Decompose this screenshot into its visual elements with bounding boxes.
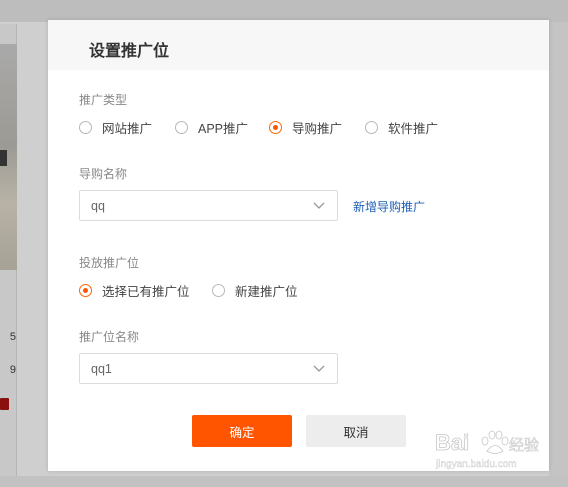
confirm-button[interactable]: 确定: [192, 415, 292, 447]
background-red-icon: [0, 398, 9, 410]
radio-label: 网站推广: [102, 122, 153, 136]
promo-type-label: 推广类型: [79, 93, 128, 107]
radio-circle: [175, 121, 188, 134]
radio-circle-checked: [269, 121, 282, 134]
promo-type-radio-group: 网站推广 APP推广 导购推广 软件推广: [79, 118, 438, 137]
chevron-down-icon: [313, 202, 325, 209]
background-top-band: [0, 0, 568, 22]
placement-name-label: 推广位名称: [79, 330, 140, 344]
radio-label: 新建推广位: [235, 285, 298, 299]
guide-name-label: 导购名称: [79, 167, 128, 181]
background-product-image-detail: [0, 150, 7, 166]
dialog-title: 设置推广位: [89, 43, 170, 60]
radio-label: 选择已有推广位: [102, 285, 190, 299]
set-promotion-slot-dialog: 设置推广位 推广类型 网站推广 APP推广 导购推广 软件推广 导购名称 qq …: [48, 20, 549, 471]
placement-label: 投放推广位: [79, 256, 140, 270]
guide-name-select[interactable]: qq: [79, 190, 338, 221]
baidu-paw-logo-icon: Bai 经验 jingyan.baidu.com: [435, 430, 540, 471]
dialog-header: 设置推广位: [48, 20, 549, 70]
background-number: 5: [9, 331, 16, 343]
radio-label: 导购推广: [292, 122, 343, 136]
radio-circle: [365, 121, 378, 134]
radio-circle-checked: [79, 284, 92, 297]
background-number: 9: [9, 364, 16, 376]
watermark-url: jingyan.baidu.com: [435, 459, 517, 470]
background-bottom-band: [0, 476, 568, 487]
radio-label: 软件推广: [388, 122, 439, 136]
radio-circle: [79, 121, 92, 134]
chevron-down-icon: [313, 365, 325, 372]
radio-select-existing-slot[interactable]: 选择已有推广位: [79, 281, 212, 300]
radio-app-promo[interactable]: APP推广: [175, 118, 269, 137]
baidu-jingyan-watermark: Bai 经验 jingyan.baidu.com: [433, 424, 543, 472]
radio-guide-promo[interactable]: 导购推广: [269, 118, 365, 137]
watermark-brand: Bai: [435, 430, 469, 455]
radio-website-promo[interactable]: 网站推广: [79, 118, 175, 137]
add-guide-promo-link[interactable]: 新增导购推广: [353, 198, 425, 215]
placement-radio-group: 选择已有推广位 新建推广位: [79, 281, 298, 300]
radio-software-promo[interactable]: 软件推广: [365, 118, 438, 137]
watermark-brand-tail: 经验: [509, 436, 539, 454]
guide-name-value: qq: [91, 199, 105, 213]
placement-name-select[interactable]: qq1: [79, 353, 338, 384]
radio-new-slot[interactable]: 新建推广位: [212, 281, 298, 300]
placement-name-value: qq1: [91, 362, 112, 376]
cancel-button[interactable]: 取消: [306, 415, 406, 447]
radio-label: APP推广: [198, 122, 249, 136]
radio-circle: [212, 284, 225, 297]
background-right-band: [549, 22, 568, 487]
